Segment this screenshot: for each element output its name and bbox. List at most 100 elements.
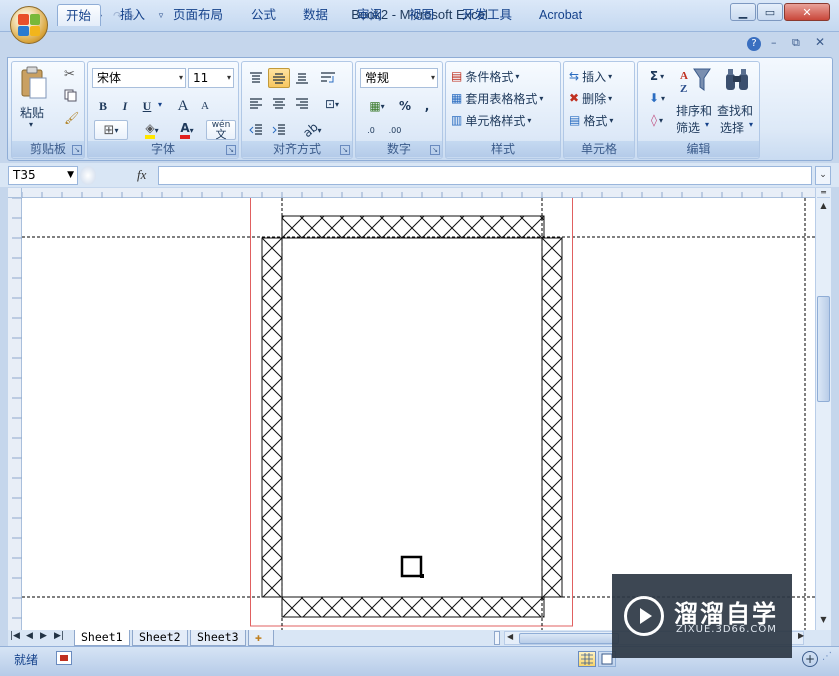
font-color-button[interactable]: A ▾: [172, 120, 202, 140]
insert-cells-button[interactable]: ⇆ 插入 ▾: [568, 66, 632, 86]
decrease-decimal-button[interactable]: .00: [384, 120, 406, 140]
sort-filter-label-2[interactable]: 筛选: [676, 119, 700, 136]
active-cell[interactable]: [400, 555, 423, 578]
sheet-tab-2[interactable]: Sheet2: [132, 630, 188, 646]
minimize-button[interactable]: ▁: [730, 3, 756, 21]
font-size-combo[interactable]: 11 ▾: [188, 68, 234, 88]
align-center-icon[interactable]: [268, 94, 290, 114]
merge-center-button[interactable]: ⊡ ▾: [318, 94, 346, 114]
orientation-button[interactable]: ab ▾: [296, 120, 328, 140]
close-button[interactable]: ✕: [784, 3, 830, 21]
italic-button[interactable]: I: [116, 96, 134, 116]
cut-icon[interactable]: ✂: [64, 67, 75, 82]
macro-record-icon[interactable]: [56, 651, 72, 665]
middle-align-icon[interactable]: [268, 68, 290, 88]
help-icon[interactable]: ?: [747, 37, 761, 51]
worksheet-area[interactable]: [22, 198, 815, 630]
chevron-down-icon[interactable]: ▼: [67, 167, 74, 184]
sheet-tab-1[interactable]: Sheet1: [74, 630, 130, 646]
insert-sheet-icon[interactable]: ✚: [248, 630, 274, 646]
font-name-combo[interactable]: 宋体 ▾: [92, 68, 186, 88]
clear-button[interactable]: ◊ ▾: [642, 110, 672, 130]
last-sheet-icon[interactable]: ▶|: [54, 631, 64, 641]
bottom-align-icon[interactable]: [292, 68, 312, 88]
zoom-in-icon[interactable]: +: [802, 651, 818, 667]
fill-button[interactable]: ⬇ ▾: [642, 88, 672, 108]
align-left-icon[interactable]: [246, 94, 266, 114]
expand-formula-bar-icon[interactable]: ⌄: [815, 166, 831, 185]
borders-button[interactable]: ⊞ ▾: [94, 120, 128, 140]
tab-insert[interactable]: 插入: [112, 4, 153, 26]
tab-acrobat[interactable]: Acrobat: [531, 4, 590, 26]
vertical-scrollbar[interactable]: ═ ▲ ▼: [815, 188, 831, 630]
tab-data[interactable]: 数据: [295, 4, 336, 26]
sort-filter-label[interactable]: 排序和: [676, 102, 712, 119]
find-select-label-2[interactable]: 选择: [720, 119, 744, 136]
accounting-format-button[interactable]: ▦ ▾: [360, 96, 394, 116]
format-as-table-button[interactable]: ▦ 套用表格格式 ▾: [450, 88, 558, 108]
prev-sheet-icon[interactable]: ◀: [26, 631, 33, 641]
paste-dropdown-icon[interactable]: ▾: [29, 120, 33, 129]
select-all-corner[interactable]: [8, 188, 22, 198]
font-launcher-icon[interactable]: ↘: [226, 145, 236, 155]
delete-cells-button[interactable]: ✖ 删除 ▾: [568, 88, 632, 108]
percent-button[interactable]: %: [396, 96, 414, 116]
tab-formulas[interactable]: 公式: [243, 4, 284, 26]
autosum-button[interactable]: Σ ▾: [642, 66, 672, 86]
h-scroll-thumb[interactable]: [519, 633, 619, 644]
tab-home[interactable]: 开始: [57, 4, 101, 26]
ribbon-minimize-icon[interactable]: –: [771, 36, 777, 49]
maximize-button[interactable]: ▭: [757, 3, 783, 21]
align-right-icon[interactable]: [292, 94, 312, 114]
scroll-up-icon[interactable]: ▲: [817, 199, 830, 213]
find-select-label[interactable]: 查找和: [717, 102, 753, 119]
increase-indent-icon[interactable]: [268, 120, 290, 140]
comma-button[interactable]: ,: [418, 96, 436, 116]
scroll-down-icon[interactable]: ▼: [817, 613, 830, 627]
formula-input[interactable]: [158, 166, 812, 185]
format-painter-icon[interactable]: 🖌: [64, 111, 79, 125]
first-sheet-icon[interactable]: |◀: [10, 631, 20, 641]
split-handle-icon[interactable]: ═: [817, 188, 830, 198]
copy-icon[interactable]: [64, 89, 77, 102]
paste-icon[interactable]: [18, 66, 48, 100]
sort-filter-icon[interactable]: AZ: [678, 66, 714, 96]
formula-bar-resize-icon[interactable]: [80, 166, 96, 185]
tab-developer[interactable]: 开发工具: [454, 4, 520, 26]
scroll-left-icon[interactable]: ◀: [507, 632, 513, 641]
office-button[interactable]: [10, 6, 48, 44]
next-sheet-icon[interactable]: ▶: [40, 631, 47, 641]
tab-review[interactable]: 审阅: [349, 4, 390, 26]
paste-button[interactable]: 粘贴: [20, 104, 44, 121]
shrink-font-button[interactable]: A: [196, 96, 214, 116]
cell-styles-button[interactable]: ▥ 单元格样式 ▾: [450, 110, 558, 130]
conditional-formatting-button[interactable]: ▤ 条件格式 ▾: [450, 66, 558, 86]
alignment-launcher-icon[interactable]: ↘: [340, 145, 350, 155]
underline-button[interactable]: U: [138, 96, 156, 116]
normal-view-icon[interactable]: [578, 651, 596, 667]
ribbon-restore-icon[interactable]: ⧉: [792, 36, 800, 50]
top-align-icon[interactable]: [246, 68, 266, 88]
fill-color-button[interactable]: ◈ ▾: [134, 120, 170, 140]
workbook-close-icon[interactable]: ✕: [815, 35, 825, 49]
binoculars-icon[interactable]: [722, 66, 752, 96]
fill-handle[interactable]: [420, 574, 424, 578]
scroll-right-icon[interactable]: ▶: [798, 631, 804, 640]
insert-function-button[interactable]: fx: [137, 167, 146, 183]
resize-grip-icon[interactable]: ⋰: [822, 651, 832, 662]
tab-page-layout[interactable]: 页面布局: [165, 4, 231, 26]
increase-decimal-button[interactable]: .0: [360, 120, 382, 140]
number-launcher-icon[interactable]: ↘: [430, 145, 440, 155]
clipboard-launcher-icon[interactable]: ↘: [72, 145, 82, 155]
format-cells-button[interactable]: ▤ 格式 ▾: [568, 110, 632, 130]
number-format-combo[interactable]: 常规 ▾: [360, 68, 438, 88]
underline-dropdown-icon[interactable]: ▾: [158, 100, 162, 109]
bold-button[interactable]: B: [94, 96, 112, 116]
wrap-text-icon[interactable]: [318, 68, 338, 88]
tab-view[interactable]: 视图: [401, 4, 442, 26]
grow-font-button[interactable]: A: [174, 96, 192, 116]
name-box[interactable]: T35 ▼: [8, 166, 78, 185]
decrease-indent-icon[interactable]: [246, 120, 266, 140]
sheet-tab-3[interactable]: Sheet3: [190, 630, 246, 646]
phonetic-guide-button[interactable]: wén 文: [206, 120, 236, 140]
